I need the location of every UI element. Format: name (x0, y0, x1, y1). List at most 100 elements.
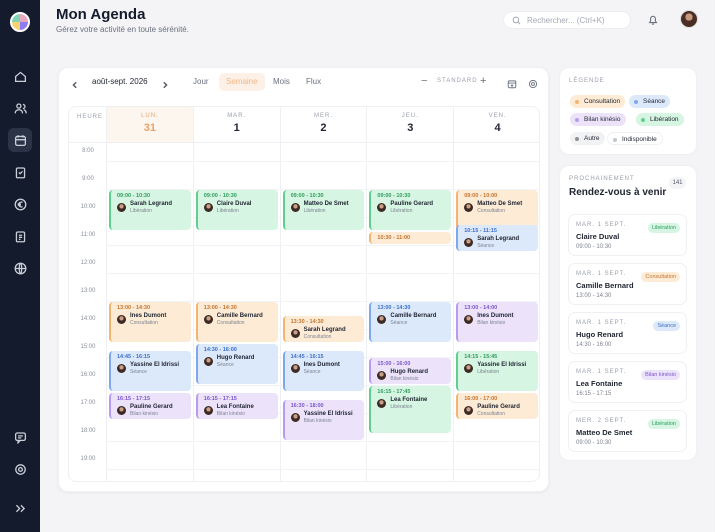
day-header[interactable]: VEN. 4 (454, 107, 539, 143)
patient-avatar (464, 364, 474, 373)
search-input[interactable]: Rechercher... (Ctrl+K) (503, 11, 631, 29)
patient-avatar (290, 364, 300, 373)
nav-patients[interactable] (8, 96, 32, 120)
legend-label: Bilan kinésio (584, 116, 621, 123)
day-name: MER. (313, 113, 333, 119)
event-patient-name: Pauline Gerard (477, 404, 520, 410)
view-week[interactable]: Semaine (219, 73, 265, 91)
event-block[interactable]: 13:00 - 14:30 Camille Bernard Consultation (195, 302, 278, 342)
nav-web[interactable] (8, 256, 32, 280)
event-patient: Pauline Gerard Libération (377, 201, 446, 214)
nav-collapse[interactable] (8, 496, 32, 520)
day-column[interactable]: VEN. 4 (454, 107, 539, 481)
upcoming-panel: PROCHAINEMENT Rendez-vous à venir 141 MA… (559, 165, 697, 461)
hour-label: 15:00 (80, 344, 96, 350)
event-time: 09:00 - 10:30 (377, 193, 411, 199)
patient-avatar (464, 238, 474, 247)
event-type: Séance (477, 243, 495, 249)
nav-documents[interactable] (8, 224, 32, 248)
nav-agenda[interactable] (8, 128, 32, 152)
next-week-button[interactable] (161, 76, 171, 89)
event-time: 15:00 - 16:00 (377, 361, 411, 367)
patient-avatar (377, 371, 387, 380)
event-time: 09:00 - 10:30 (203, 193, 237, 199)
add-event-button[interactable] (507, 76, 518, 89)
event-type: Bilan kinésio (130, 411, 159, 417)
event-block[interactable]: 14:30 - 16:00 Hugo Renard Séance (195, 344, 278, 384)
card-type-tag: Libération (647, 419, 680, 429)
patient-avatar (464, 203, 474, 212)
day-number: 31 (143, 122, 157, 134)
hour-line (107, 469, 539, 470)
event-block[interactable]: 16:00 - 17:00 Pauline Gerard Consultation (456, 393, 538, 419)
search-placeholder: Rechercher... (Ctrl+K) (527, 15, 605, 25)
event-patient-name: Sarah Legrand (130, 201, 173, 207)
event-time: 13:30 - 14:30 (290, 319, 324, 325)
event-block[interactable]: 14:15 - 15:45 Yassine El Idrissi Libératio… (456, 351, 538, 391)
notifications-button[interactable] (647, 13, 659, 26)
event-type: Libération (216, 208, 239, 214)
zoom-in-button[interactable]: + (480, 75, 486, 87)
event-block[interactable]: 16:15 - 17:45 Lea Fontaine Libération (369, 386, 452, 433)
event-block[interactable]: 09:00 - 10:30 Sarah Legrand Libération (109, 190, 191, 230)
event-block[interactable]: 09:00 - 10:30 Pauline Gerard Libération (369, 190, 452, 230)
patient-avatar (203, 315, 213, 324)
event-block[interactable]: 09:00 - 10:30 Matteo De Smet Libération (282, 190, 365, 230)
event-patient-name: Ines Dumont (303, 362, 340, 368)
nav-tasks[interactable] (8, 160, 32, 184)
day-header[interactable]: MER. 2 (280, 107, 367, 143)
app-logo[interactable] (10, 12, 30, 32)
nav-home[interactable] (8, 64, 32, 88)
hour-label: 12:00 (80, 260, 96, 266)
upcoming-card[interactable]: MAR. 1 SEPT. Lea Fontaine 16:15 - 17:15 Bil… (568, 361, 687, 403)
event-block[interactable]: 09:00 - 10:00 Matteo De Smet Consultation (456, 190, 538, 230)
event-block[interactable]: 15:00 - 16:00 Hugo Renard Bilan kinésio (369, 358, 452, 384)
day-header[interactable]: LUN. 31 (107, 107, 193, 143)
user-avatar[interactable] (680, 10, 698, 28)
event-block[interactable]: 10:15 - 11:15 Sarah Legrand Séance (456, 225, 538, 251)
nav-settings[interactable] (8, 457, 32, 481)
zoom-out-button[interactable]: − (421, 75, 427, 87)
day-header[interactable]: JEU. 3 (367, 107, 454, 143)
prev-week-button[interactable] (71, 76, 81, 89)
upcoming-card[interactable]: MAR. 1 SEPT. Camille Bernard 13:00 - 14:30… (568, 263, 687, 305)
nav-messages[interactable] (8, 425, 32, 449)
hour-label: 11:00 (80, 232, 96, 238)
event-patient: Lea Fontaine Bilan kinésio (203, 404, 273, 417)
event-patient-name: Hugo Renard (390, 369, 429, 375)
event-block[interactable]: 10:30 - 11:00 (369, 232, 452, 244)
event-time: 14:30 - 16:00 (203, 347, 237, 353)
patient-avatar (290, 413, 300, 422)
view-month[interactable]: Mois (266, 73, 297, 91)
upcoming-card[interactable]: MER. 2 SEPT. Matteo De Smet 09:00 - 10:30 L… (568, 410, 687, 452)
day-header[interactable]: MAR. 1 (193, 107, 280, 143)
view-feed[interactable]: Flux (299, 73, 328, 91)
upcoming-card[interactable]: MAR. 1 SEPT. Claire Duval 09:00 - 10:30 Lib… (568, 214, 687, 256)
calendar-settings-button[interactable] (528, 76, 539, 89)
day-column[interactable]: MAR. 1 (193, 107, 281, 481)
event-block[interactable]: 14:45 - 16:15 Ines Dumont Séance (282, 351, 365, 391)
legend-panel: LÉGENDE Consultation Séance Bilan kinésio L… (559, 67, 697, 155)
event-block[interactable]: 16:15 - 17:15 Lea Fontaine Bilan kinésio (195, 393, 278, 419)
event-block[interactable]: 16:30 - 18:00 Yassine El Idrissi Bilan kin… (282, 400, 365, 440)
upcoming-card[interactable]: MAR. 1 SEPT. Hugo Renard 14:30 - 16:00 Séan… (568, 312, 687, 354)
event-block[interactable]: 13:00 - 14:30 Camille Bernard Séance (369, 302, 452, 342)
event-block[interactable]: 13:00 - 14:30 Ines Dumont Consultation (109, 302, 191, 342)
legend-dot (575, 117, 579, 122)
calendar-icon (14, 134, 26, 146)
event-block[interactable]: 14:45 - 16:15 Yassine El Idrissi Séance (109, 351, 191, 391)
nav-billing[interactable] (8, 192, 32, 216)
hour-header: HEURE (69, 107, 106, 143)
event-patient-name: Matteo De Smet (303, 201, 349, 207)
event-type: Séance (303, 369, 321, 375)
legend-title: LÉGENDE (569, 78, 605, 84)
event-block[interactable]: 13:00 - 14:00 Ines Dumont Bilan kinésio (456, 302, 538, 342)
event-block[interactable]: 16:15 - 17:15 Pauline Gerard Bilan kinésio (109, 393, 191, 419)
legend-dot (575, 99, 579, 104)
view-day[interactable]: Jour (186, 73, 216, 91)
hour-label: 17:00 (80, 400, 96, 406)
event-block[interactable]: 09:00 - 10:30 Claire Duval Libération (195, 190, 278, 230)
card-type-tag: Consultation (641, 272, 680, 282)
event-block[interactable]: 13:30 - 14:30 Sarah Legrand Consultation (282, 316, 365, 342)
day-column[interactable]: LUN. 31 (107, 107, 194, 481)
